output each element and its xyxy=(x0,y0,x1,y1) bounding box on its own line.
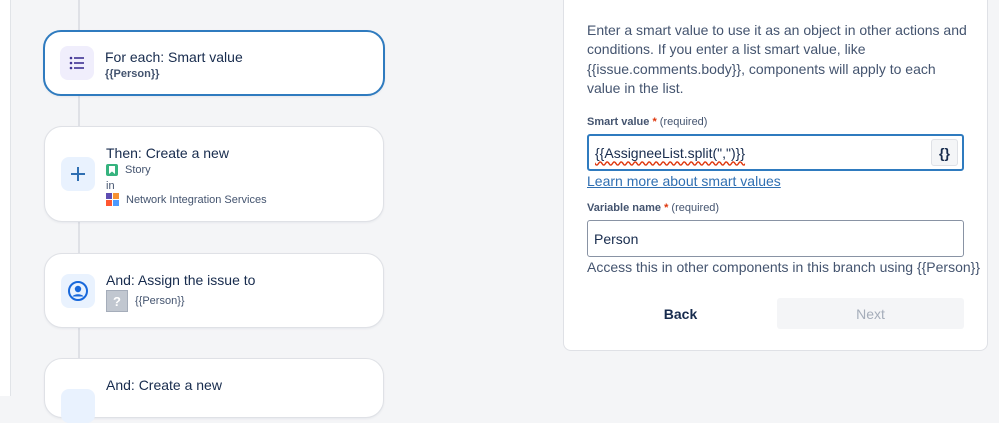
assignee-label: {{Person}} xyxy=(135,295,185,307)
plus-icon xyxy=(61,389,95,423)
assignee: ? {{Person}} xyxy=(106,290,185,312)
smart-value-label-text: Smart value xyxy=(587,116,650,128)
required-text: (required) xyxy=(659,116,708,128)
smart-value-picker-button[interactable]: {} xyxy=(931,139,958,166)
create-issue-card[interactable]: Then: Create a new Story in Network Inte… xyxy=(44,126,384,222)
smart-value-input[interactable]: {{AssigneeList.split(",")}} {} xyxy=(587,134,964,171)
list-icon xyxy=(60,46,94,80)
required-text: (required) xyxy=(671,202,720,214)
card-title: And: Create a new xyxy=(106,377,222,393)
project: Network Integration Services xyxy=(106,193,267,206)
learn-more-link[interactable]: Learn more about smart values xyxy=(587,173,781,189)
variable-helper-text: Access this in other components in this … xyxy=(587,259,981,275)
story-icon xyxy=(106,164,118,176)
required-mark: * xyxy=(664,202,669,214)
card-title: Then: Create a new xyxy=(106,145,229,161)
smart-value-label: Smart value * (required) xyxy=(587,116,707,128)
smart-value-text: {{AssigneeList.split(",")}} xyxy=(595,144,746,161)
next-button[interactable]: Next xyxy=(777,298,964,329)
issue-type: Story xyxy=(106,164,151,176)
back-button[interactable]: Back xyxy=(587,298,774,329)
panel-description: Enter a smart value to use it as an obje… xyxy=(587,22,967,96)
left-scroll-edge xyxy=(0,0,11,396)
create-issue-card-2[interactable]: And: Create a new xyxy=(44,358,384,423)
variable-name-text: Person xyxy=(594,230,639,247)
required-mark: * xyxy=(652,116,657,128)
project-icon xyxy=(106,193,119,206)
issue-type-label: Story xyxy=(125,164,151,176)
card-title: And: Assign the issue to xyxy=(106,272,256,288)
plus-icon xyxy=(61,157,95,191)
variable-name-label-text: Variable name xyxy=(587,202,661,214)
for-each-card[interactable]: For each: Smart value {{Person}} xyxy=(43,30,385,96)
in-label: in xyxy=(106,180,115,192)
variable-name-input[interactable]: Person xyxy=(587,220,964,257)
project-label: Network Integration Services xyxy=(126,193,267,206)
unknown-avatar-icon: ? xyxy=(106,290,128,312)
variable-name-label: Variable name * (required) xyxy=(587,202,719,214)
card-title: For each: Smart value xyxy=(105,49,243,65)
user-circle-icon xyxy=(61,274,95,308)
assign-issue-card[interactable]: And: Assign the issue to ? {{Person}} xyxy=(44,253,384,328)
card-subtitle: {{Person}} xyxy=(105,68,160,80)
